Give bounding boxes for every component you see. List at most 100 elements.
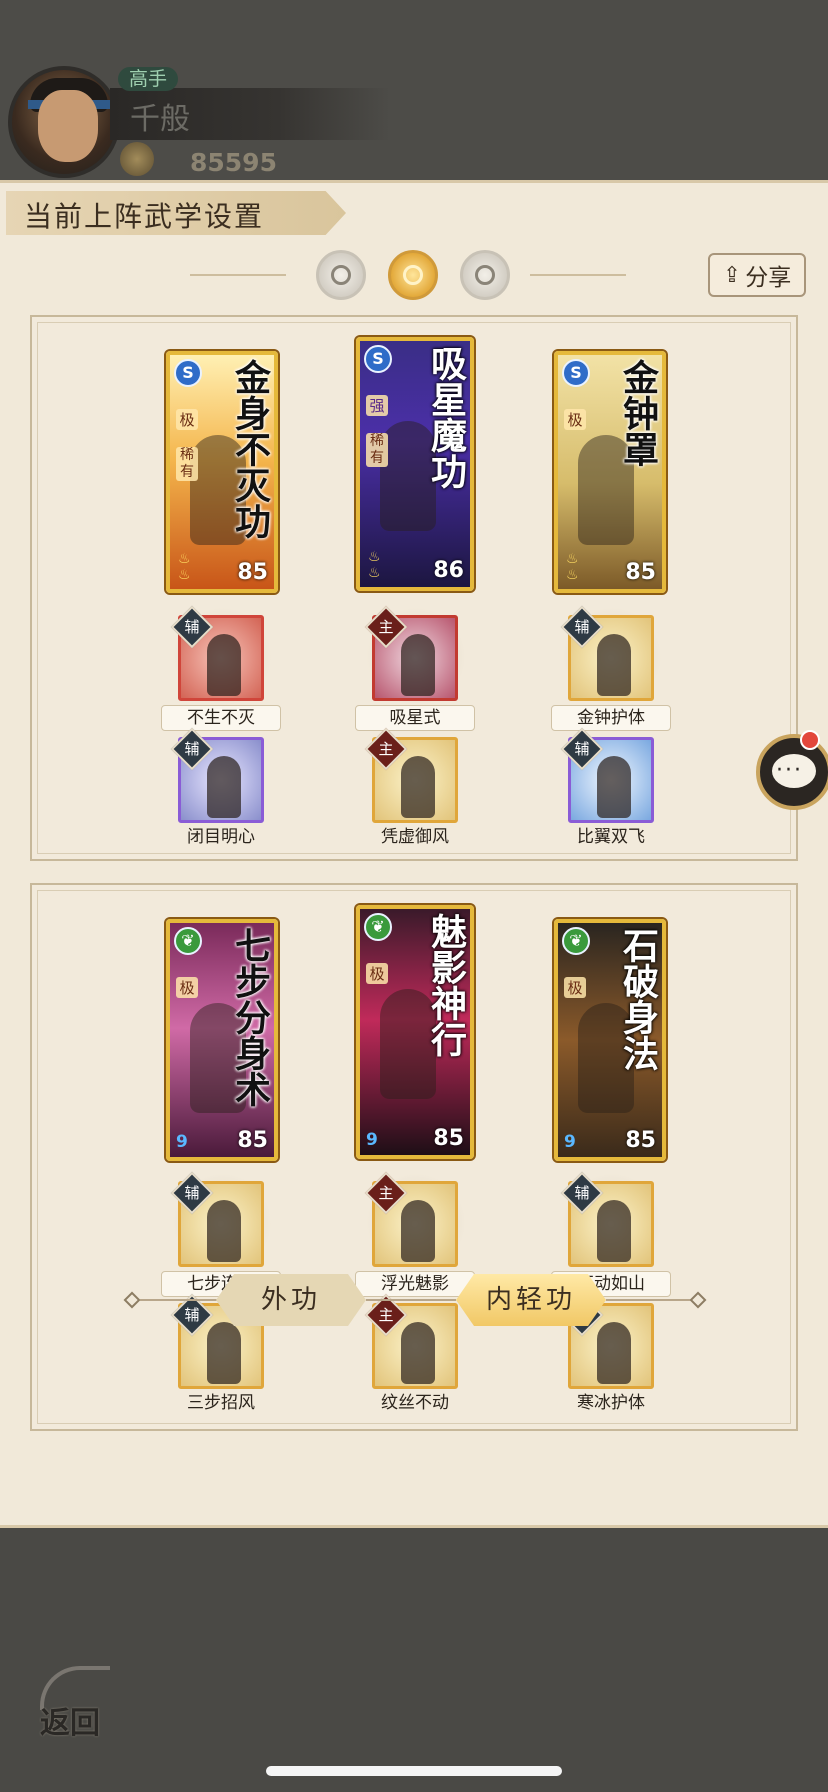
panel-title: 当前上阵武学设置 <box>24 200 265 233</box>
card-level: 85 <box>433 1126 464 1151</box>
skill-label: 三步招风 <box>187 1393 255 1413</box>
tab-line-mid <box>366 1299 456 1301</box>
skill-label: 金钟护体 <box>551 705 671 731</box>
card-level: 86 <box>433 558 464 583</box>
skill-silhouette <box>597 634 631 696</box>
share-arrow-icon: ⇪ <box>722 262 742 288</box>
flame-icon: ♨ ♨ <box>178 551 191 583</box>
martial-card[interactable]: S 极 稀有 金身不灭功 ♨ ♨ 85 <box>166 351 278 593</box>
support-tag: 辅 <box>560 727 604 771</box>
martial-card[interactable]: ❦ 极 石破身法 9 85 <box>554 919 666 1161</box>
tab-outer[interactable]: 外功 <box>216 1274 366 1326</box>
skill-silhouette <box>401 1200 435 1262</box>
s-type-icon: S <box>562 359 590 387</box>
martial-card[interactable]: ❦ 极 七步分身术 9 85 <box>166 919 278 1161</box>
skill-silhouette <box>597 756 631 818</box>
s-type-icon: S <box>174 359 202 387</box>
skill-icon[interactable]: 辅 <box>560 605 654 701</box>
tab-line-right <box>606 1299 696 1301</box>
grade-badge: 极 <box>564 409 586 430</box>
martial-card[interactable]: ❦ 极 魅影神行 9 85 <box>356 905 474 1159</box>
skill-label: 不生不灭 <box>161 705 281 731</box>
skill-silhouette <box>207 1200 241 1262</box>
skill-icon[interactable]: 辅 <box>170 727 264 823</box>
card-title: 金钟罩 <box>617 359 659 467</box>
skill-silhouette <box>207 756 241 818</box>
flame-icon: ♨ ♨ <box>368 549 381 581</box>
rarity-badge: 稀有 <box>176 447 198 481</box>
bottom-tab-bar: 外功 内轻功 <box>120 1270 710 1330</box>
moon-orb-icon[interactable] <box>316 250 366 300</box>
home-indicator[interactable] <box>266 1766 562 1776</box>
grade-badge: 强 <box>366 395 388 416</box>
martial-card[interactable]: S 强 稀有 吸星魔功 ♨ ♨ 86 <box>356 337 474 591</box>
loadout-group-2: ❦ 极 七步分身术 9 85 ❦ 极 魅影神行 9 85 ❦ 极 石破身法 9 … <box>30 883 798 1431</box>
skill-silhouette <box>207 1322 241 1384</box>
skill-silhouette <box>401 1322 435 1384</box>
sun-orb-icon[interactable] <box>388 250 438 300</box>
diamond-ornament-icon <box>123 1291 141 1309</box>
ring-orb-inner <box>475 265 495 285</box>
notification-dot-icon <box>800 730 820 750</box>
skill-icon[interactable]: 辅 <box>560 1171 654 1267</box>
card-level: 85 <box>237 560 268 585</box>
card-level: 85 <box>237 1128 268 1153</box>
leaf-type-icon: ❦ <box>174 927 202 955</box>
chat-dots-icon: ··· <box>776 758 803 783</box>
leaf-type-icon: ❦ <box>364 913 392 941</box>
skill-label: 寒冰护体 <box>577 1393 645 1413</box>
power-icon <box>120 142 154 176</box>
tab-inner[interactable]: 内轻功 <box>456 1274 606 1326</box>
martial-card[interactable]: S 极 金钟罩 ♨ ♨ 85 <box>554 351 666 593</box>
skill-icon[interactable]: 辅 <box>170 1171 264 1267</box>
card-title: 魅影神行 <box>425 913 467 1057</box>
support-tag: 辅 <box>170 727 214 771</box>
main-tag: 主 <box>364 727 408 771</box>
tier-line-right <box>530 274 626 276</box>
skill-icon[interactable]: 主 <box>364 1171 458 1267</box>
rank-badge: 高手 <box>118 67 178 91</box>
skill-label: 纹丝不动 <box>381 1393 449 1413</box>
card-level: 85 <box>625 560 656 585</box>
share-button[interactable]: ⇪ 分享 <box>708 253 806 297</box>
sun-orb-inner <box>403 265 423 285</box>
leaf-type-icon: ❦ <box>562 927 590 955</box>
skill-silhouette <box>207 634 241 696</box>
grade-badge: 极 <box>564 977 586 998</box>
power-value: 85595 <box>190 148 277 177</box>
avatar-face <box>38 90 98 162</box>
card-title: 七步分身术 <box>229 927 271 1107</box>
ring-orb-icon[interactable] <box>460 250 510 300</box>
skill-label: 比翼双飞 <box>577 827 645 847</box>
skill-icon[interactable]: 主 <box>364 727 458 823</box>
skill-icon[interactable]: 辅 <box>170 605 264 701</box>
back-button[interactable]: 返回 <box>34 1660 118 1744</box>
grade-badge: 极 <box>176 977 198 998</box>
grade-badge: 极 <box>366 963 388 984</box>
card-level: 85 <box>625 1128 656 1153</box>
share-label: 分享 <box>745 265 792 291</box>
skill-silhouette <box>597 1322 631 1384</box>
tier-line-left <box>190 274 286 276</box>
skill-silhouette <box>401 756 435 818</box>
skill-icon[interactable]: 辅 <box>560 727 654 823</box>
player-name: 千般 <box>130 102 190 137</box>
tier-selector <box>190 247 640 303</box>
player-avatar[interactable] <box>8 66 120 178</box>
nine-badge: 9 <box>564 1132 576 1152</box>
nine-badge: 9 <box>366 1130 378 1150</box>
skill-silhouette <box>401 634 435 696</box>
skill-icon[interactable]: 主 <box>364 605 458 701</box>
skill-label: 吸星式 <box>355 705 475 731</box>
diamond-ornament-icon <box>689 1291 707 1309</box>
nine-badge: 9 <box>176 1132 188 1152</box>
skill-label: 闭目明心 <box>187 827 255 847</box>
s-type-icon: S <box>364 345 392 373</box>
flame-icon: ♨ ♨ <box>566 551 579 583</box>
loadout-group-1: S 极 稀有 金身不灭功 ♨ ♨ 85 S 强 稀有 吸星魔功 ♨ ♨ 86 S 极… <box>30 315 798 861</box>
card-title: 金身不灭功 <box>229 359 271 539</box>
skill-label: 凭虚御风 <box>381 827 449 847</box>
rarity-badge: 稀有 <box>366 433 388 467</box>
card-title: 石破身法 <box>617 927 659 1071</box>
card-title: 吸星魔功 <box>425 345 467 489</box>
